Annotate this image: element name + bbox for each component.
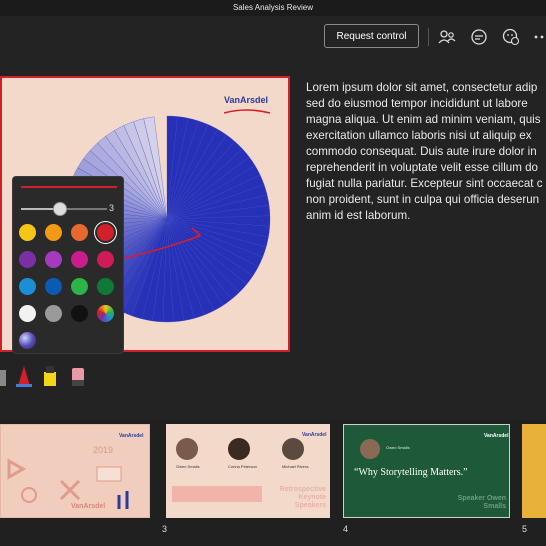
thumb-brand: VanArsdel	[302, 432, 327, 438]
slide-number: 3	[162, 524, 168, 534]
window-title: Sales Analysis Review	[0, 0, 546, 16]
color-swatch[interactable]	[19, 278, 36, 295]
people-icon[interactable]	[437, 27, 457, 47]
thumb-person-name: Michael Rivera	[282, 464, 309, 469]
color-swatch[interactable]	[97, 278, 114, 295]
thumb-quote: “Why Storytelling Matters.”	[354, 467, 468, 478]
color-swatch[interactable]	[71, 224, 88, 241]
request-control-button[interactable]: Request control	[324, 24, 419, 48]
avatar	[176, 438, 198, 460]
notes-line: magna aliqua. Ut enim ad minim veniam, q…	[306, 113, 541, 126]
avatar	[360, 439, 380, 459]
slide-thumbnail[interactable]: VanArsdel Owen Smalls Corina Peterson Mi…	[166, 424, 330, 518]
thumb-decor-shapes	[7, 458, 129, 509]
slide-number: 5	[522, 524, 528, 534]
color-swatch[interactable]	[45, 278, 62, 295]
color-swatch[interactable]	[19, 332, 36, 349]
color-swatch[interactable]	[19, 305, 36, 322]
notes-line: fugiat nulla pariatur. Excepteur sint oc…	[306, 177, 543, 190]
notes-line: Lorem ipsum dolor sit amet, consectetur …	[306, 81, 538, 94]
color-swatch[interactable]	[19, 224, 36, 241]
slide-number: 4	[343, 524, 349, 534]
highlighter-tool[interactable]	[44, 366, 56, 386]
reactions-icon[interactable]	[501, 27, 521, 47]
pen-color-palette: 3	[12, 176, 124, 354]
slide-thumbnail[interactable]	[522, 424, 546, 518]
slide-thumbnail-strip: VanArsdel 2019 VanArsdel 3 VanArsdel Owe…	[0, 420, 546, 546]
thumb-person-name: Owen Smalls	[176, 464, 200, 469]
avatar	[228, 438, 250, 460]
chat-icon[interactable]	[469, 27, 489, 47]
thumb-footer: Speaker Owen Smalls	[457, 495, 506, 510]
thumb-title: Retrospective Keynote Speakers	[279, 486, 326, 509]
avatar	[282, 438, 304, 460]
color-swatch[interactable]	[97, 305, 114, 322]
color-swatch[interactable]	[71, 305, 88, 322]
slide-thumbnail[interactable]: VanArsdel Owen Smalls “Why Storytelling …	[343, 424, 510, 518]
color-swatch[interactable]	[97, 224, 114, 241]
pen-preview-stroke	[21, 186, 117, 188]
pen-size-value: 3	[109, 203, 115, 213]
thumb-brand: VanArsdel	[484, 433, 509, 439]
pen-tray	[0, 360, 100, 392]
toolbar-divider	[428, 28, 429, 46]
pen-size-slider-thumb[interactable]	[52, 202, 67, 216]
more-options-icon[interactable]	[532, 27, 546, 47]
color-swatch[interactable]	[45, 305, 62, 322]
speaker-notes-text: Lorem ipsum dolor sit amet, consectetur …	[306, 80, 546, 224]
color-swatch[interactable]	[19, 251, 36, 268]
thumb-bar-decor	[172, 486, 262, 502]
thumb-person-name: Corina Peterson	[228, 464, 257, 469]
pink-pen-tool[interactable]	[72, 368, 84, 386]
color-swatch[interactable]	[97, 251, 114, 268]
slide-thumbnail[interactable]: VanArsdel 2019 VanArsdel	[0, 424, 150, 518]
eraser-tool[interactable]	[0, 370, 6, 386]
notes-line: sed do eiusmod tempor incididunt ut labo…	[306, 97, 528, 110]
notes-line: anim id est laborum.	[306, 209, 411, 222]
notes-line: commodo consequat. Duis aute irure dolor…	[306, 145, 537, 158]
meeting-toolbar: Request control	[0, 16, 546, 60]
red-pen-tool[interactable]	[16, 366, 32, 387]
notes-line: reprehenderit in voluptate velit esse ci…	[306, 161, 538, 174]
color-swatch[interactable]	[45, 251, 62, 268]
color-swatch[interactable]	[71, 251, 88, 268]
notes-line: exercitation ullamco laboris nisi ut ali…	[306, 129, 532, 142]
color-swatch[interactable]	[71, 278, 88, 295]
color-swatch[interactable]	[45, 224, 62, 241]
notes-line: non proident, sunt in culpa qui officia …	[306, 193, 540, 206]
thumb-person-name: Owen Smalls	[386, 445, 410, 450]
